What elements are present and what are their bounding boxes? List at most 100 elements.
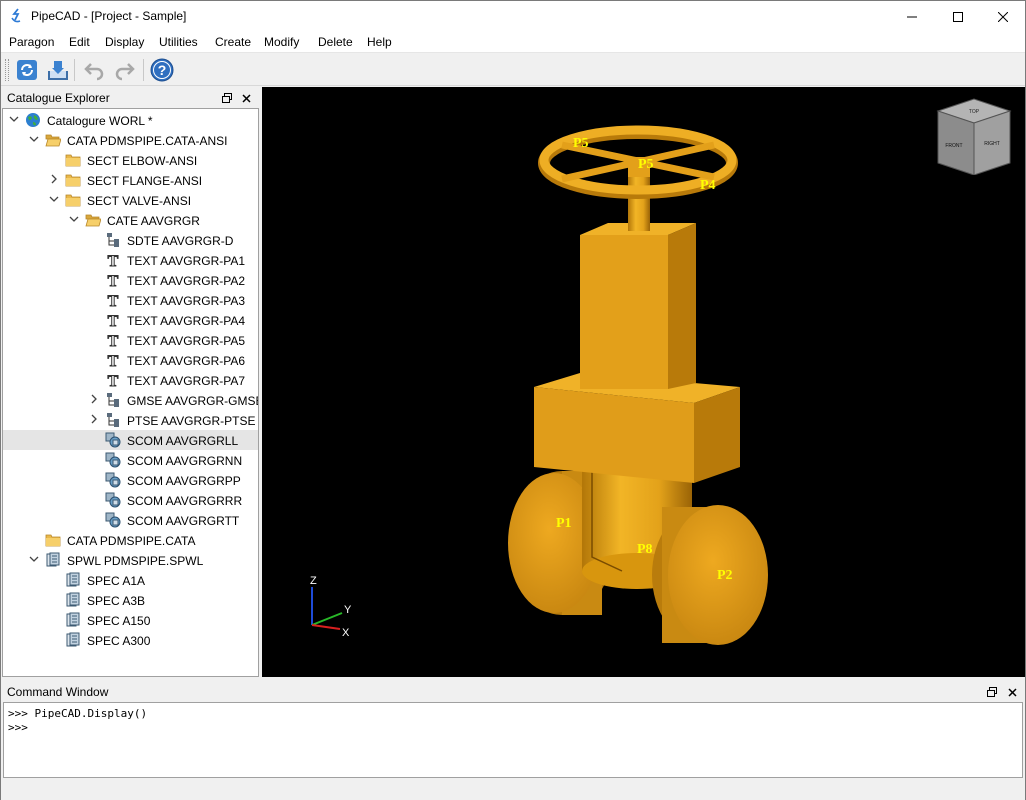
flange-p2 [652, 505, 768, 645]
tree-item-label: TEXT AAVGRGR-PA1 [127, 254, 246, 268]
command-window-title: Command Window [7, 685, 109, 699]
chevron-down-icon[interactable] [67, 212, 81, 226]
tree-item[interactable]: SCOM AAVGRGRLL [3, 430, 258, 450]
tree-item-label: TEXT AAVGRGR-PA4 [127, 314, 246, 328]
view-cube[interactable]: TOP FRONT RIGHT [934, 95, 1014, 175]
tree-item[interactable]: SECT ELBOW-ANSI [3, 150, 258, 170]
folder-icon [65, 152, 81, 168]
point-label-p5: P5 [573, 136, 589, 151]
tree-item[interactable]: SCOM AAVGRGRPP [3, 470, 258, 490]
axis-triad: Z Y X [310, 575, 352, 639]
view-cube-right[interactable]: RIGHT [984, 141, 1000, 147]
tree-item[interactable]: SPEC A300 [3, 630, 258, 650]
tree-item[interactable]: GMSE AAVGRGR-GMSE [3, 390, 258, 410]
tree-item[interactable]: SPEC A150 [3, 610, 258, 630]
point-label-p1: P1 [556, 516, 572, 531]
close-button[interactable] [980, 1, 1026, 32]
tree-item[interactable]: T TEXT AAVGRGR-PA4 [3, 310, 258, 331]
refresh-icon [17, 60, 37, 80]
command-close-button[interactable] [1004, 683, 1020, 701]
svg-text:T: T [108, 353, 119, 368]
folder-open-icon [45, 132, 62, 148]
axis-label-x: X [342, 627, 350, 639]
command-prompt[interactable]: >>> [8, 721, 1018, 735]
svg-text:?: ? [158, 62, 167, 78]
command-console[interactable]: >>> PipeCAD.Display() >>> [3, 702, 1023, 778]
float-icon [987, 687, 997, 697]
explorer-title-bar: Catalogue Explorer [2, 88, 259, 108]
explorer-float-button[interactable] [219, 89, 235, 107]
tree-item[interactable]: CATA PDMSPIPE.CATA-ANSI [3, 130, 258, 150]
folder-icon [45, 532, 61, 548]
tree-item-label: CATE AAVGRGR [107, 214, 200, 228]
tree-item[interactable]: T TEXT AAVGRGR-PA7 [3, 370, 258, 391]
menu-modify[interactable]: Modify [264, 35, 299, 49]
chevron-down-icon[interactable] [27, 132, 41, 146]
refresh-button[interactable] [14, 57, 40, 83]
tree-item[interactable]: PTSE AAVGRGR-PTSE [3, 410, 258, 430]
chevron-right-icon[interactable] [47, 172, 61, 186]
maximize-button[interactable] [935, 1, 981, 32]
undo-button[interactable] [81, 57, 107, 83]
chevron-down-icon[interactable] [27, 552, 41, 566]
tree-item-label: TEXT AAVGRGR-PA7 [127, 374, 246, 388]
tree-item[interactable]: T TEXT AAVGRGR-PA1 [3, 250, 258, 271]
tree-item-label: CATA PDMSPIPE.CATA-ANSI [67, 134, 228, 148]
close-icon [998, 11, 1008, 22]
chevron-right-icon[interactable] [87, 392, 101, 406]
chevron-down-icon[interactable] [47, 192, 61, 206]
undo-icon [84, 63, 104, 81]
tree-item[interactable]: CATE AAVGRGR [3, 210, 258, 230]
globe-icon [25, 112, 41, 128]
tree-item[interactable]: T TEXT AAVGRGR-PA2 [3, 270, 258, 291]
command-float-button[interactable] [984, 683, 1000, 701]
catalogue-explorer-tree[interactable]: Catalogure WORL * CATA PDMSPIPE.CATA-ANSI… [2, 108, 259, 677]
spec-icon [65, 632, 81, 648]
menu-delete[interactable]: Delete [318, 35, 353, 49]
hierarchy-icon [105, 392, 121, 408]
tree-item[interactable]: SDTE AAVGRGR-D [3, 230, 258, 250]
tree-item-label: SPWL PDMSPIPE.SPWL [67, 554, 204, 568]
tree-item-label: Catalogure WORL * [47, 114, 153, 128]
3d-viewport[interactable]: P5 P5 P4 P1 P8 P2 TOP FRONT RIGHT Z Y X [262, 87, 1025, 677]
chevron-down-icon[interactable] [7, 112, 21, 126]
save-button[interactable] [45, 57, 71, 83]
explorer-close-button[interactable] [238, 89, 254, 107]
menu-display[interactable]: Display [105, 35, 144, 49]
help-button[interactable]: ? [149, 57, 175, 83]
tree-item[interactable]: SPEC A1A [3, 570, 258, 590]
tree-item[interactable]: T TEXT AAVGRGR-PA6 [3, 350, 258, 371]
view-cube-top[interactable]: TOP [969, 109, 980, 115]
menu-utilities[interactable]: Utilities [159, 35, 198, 49]
minimize-button[interactable] [889, 1, 935, 32]
tree-item[interactable]: T TEXT AAVGRGR-PA3 [3, 290, 258, 311]
chevron-right-icon[interactable] [87, 412, 101, 426]
tree-item[interactable]: SPWL PDMSPIPE.SPWL [3, 550, 258, 570]
tree-item[interactable]: SECT FLANGE-ANSI [3, 170, 258, 190]
tree-item[interactable]: SCOM AAVGRGRNN [3, 450, 258, 470]
component-icon [105, 452, 121, 468]
maximize-icon [953, 11, 963, 22]
menu-bar: Paragon Edit Display Utilities Create Mo… [1, 32, 1025, 53]
title-bar[interactable]: PipeCAD - [Project - Sample] [1, 1, 1025, 32]
menu-help[interactable]: Help [367, 35, 392, 49]
text-icon: T [105, 292, 121, 311]
tree-item[interactable]: SECT VALVE-ANSI [3, 190, 258, 210]
tree-item[interactable]: CATA PDMSPIPE.CATA [3, 530, 258, 550]
tree-item[interactable]: SCOM AAVGRGRRR [3, 490, 258, 510]
svg-text:T: T [108, 293, 119, 308]
tree-item[interactable]: Catalogure WORL * [3, 110, 258, 130]
component-icon [105, 492, 121, 508]
tree-item-label: SPEC A3B [87, 594, 146, 608]
menu-paragon[interactable]: Paragon [9, 35, 54, 49]
view-cube-front[interactable]: FRONT [945, 143, 962, 149]
redo-button[interactable] [112, 57, 138, 83]
tree-item[interactable]: SCOM AAVGRGRTT [3, 510, 258, 530]
toolbar-grip[interactable] [5, 59, 9, 81]
menu-create[interactable]: Create [215, 35, 251, 49]
point-label-p4: P4 [700, 178, 716, 193]
help-icon: ? [150, 58, 174, 82]
menu-edit[interactable]: Edit [69, 35, 90, 49]
tree-item[interactable]: SPEC A3B [3, 590, 258, 610]
tree-item[interactable]: T TEXT AAVGRGR-PA5 [3, 330, 258, 351]
